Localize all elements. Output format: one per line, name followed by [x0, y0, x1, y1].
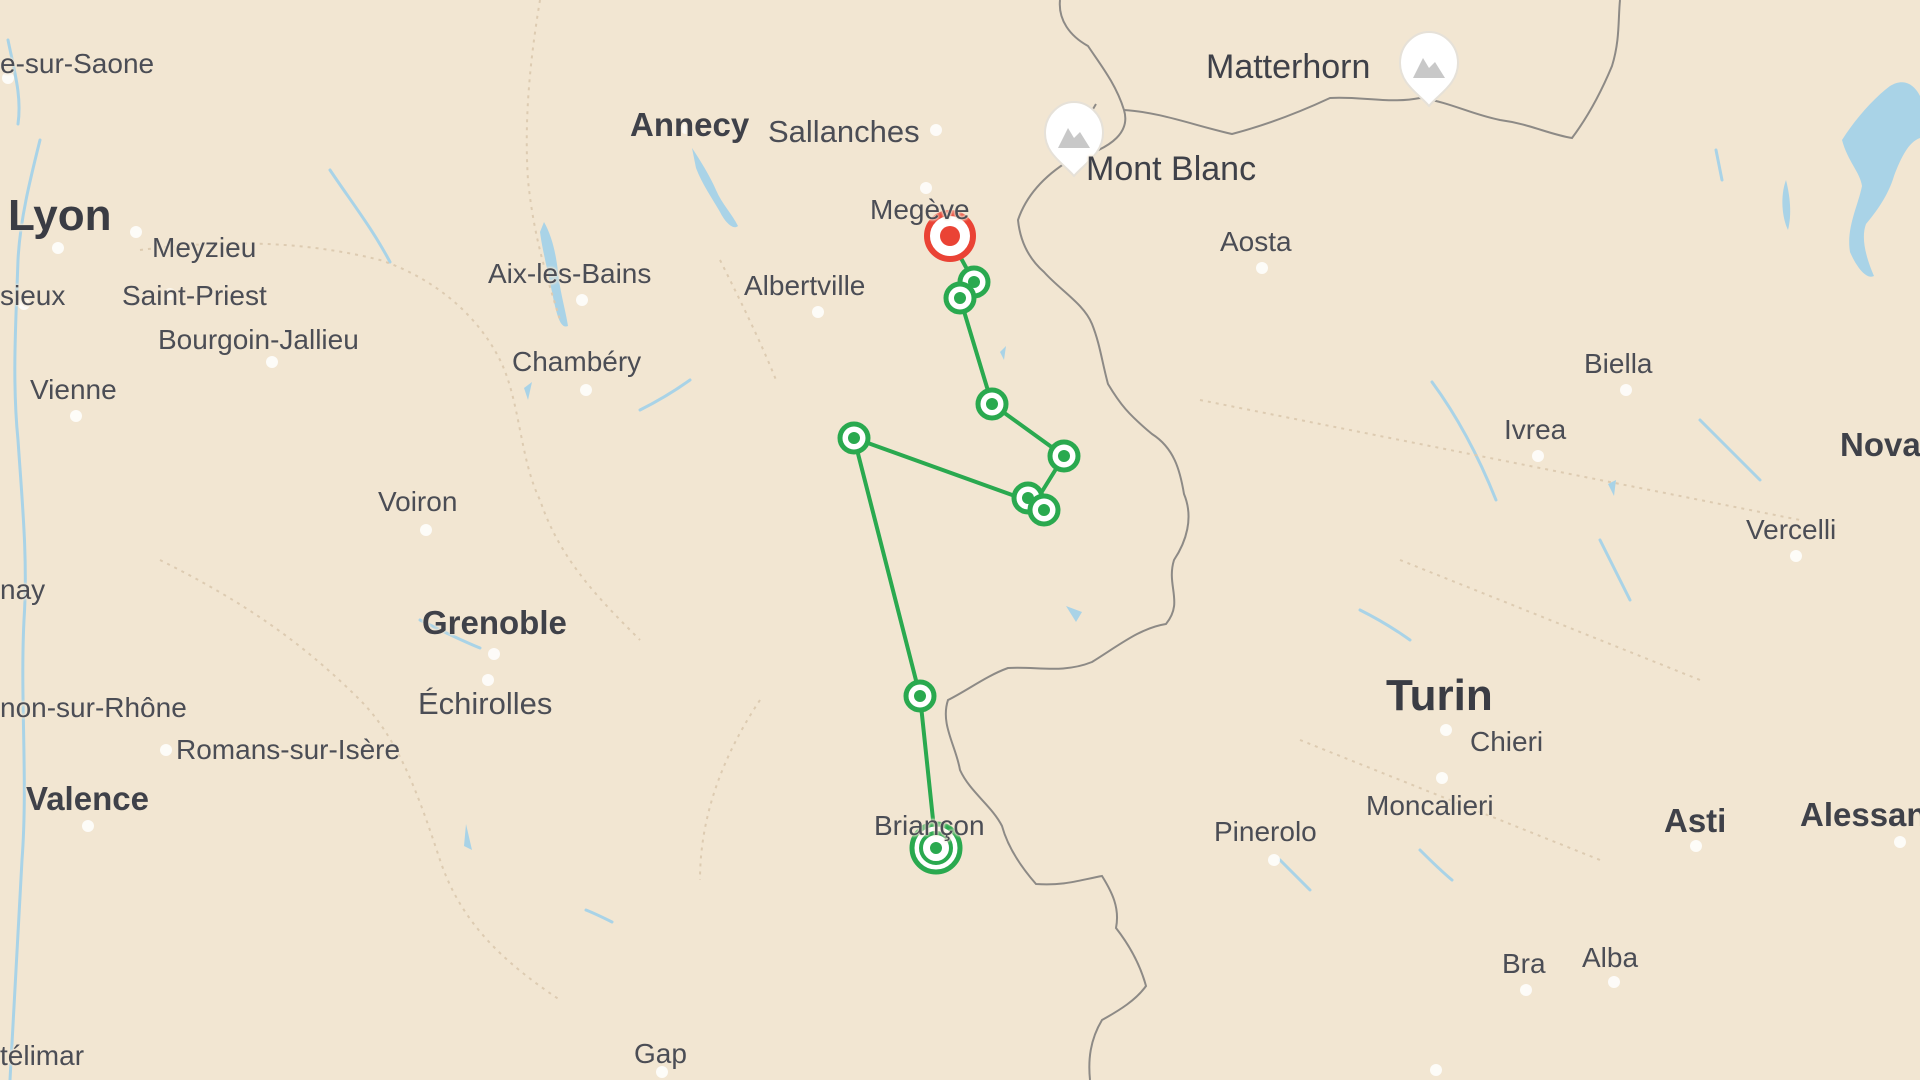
route	[852, 236, 1066, 850]
place-label: sieux	[0, 280, 66, 311]
river-ain	[328, 168, 392, 264]
river-sesia	[1598, 538, 1632, 602]
place-label: e-sur-Saone	[0, 48, 155, 79]
place-label: Annecy	[630, 106, 750, 143]
lake-small-1	[1782, 180, 1791, 230]
place-label: Meyzieu	[152, 232, 257, 263]
map-view[interactable]: Matterhorn Mont Blanc e-sur-Saone Annecy…	[0, 0, 1920, 1080]
place-label: Lyon	[8, 191, 112, 240]
border-switzerland-italy	[1123, 0, 1621, 140]
place-label: Nova	[1840, 426, 1920, 463]
river-isere-2	[584, 908, 614, 924]
place-label: Pinerolo	[1214, 816, 1317, 847]
peak-label-matterhorn: Matterhorn	[1206, 48, 1371, 86]
place-label: Chieri	[1470, 726, 1544, 757]
place-label: Sallanches	[768, 114, 920, 149]
place-label: Alba	[1582, 942, 1639, 973]
lakes	[464, 82, 1920, 850]
lake-small-2	[1066, 606, 1082, 622]
place-label: télimar	[0, 1040, 85, 1071]
mountain-pin-icon[interactable]	[1398, 30, 1460, 108]
lake-small-6	[464, 824, 472, 850]
place-label: Briançon	[874, 810, 985, 841]
lake-small-3	[524, 382, 532, 400]
route-line	[852, 236, 1066, 850]
map-base-layer	[2, 0, 1920, 1080]
place-label: Vercelli	[1746, 514, 1837, 545]
place-label: Grenoble	[422, 604, 567, 641]
route-stop-icon[interactable]	[837, 421, 871, 455]
place-label: Valence	[26, 780, 149, 817]
place-label: Biella	[1584, 348, 1653, 379]
place-label: Voiron	[378, 486, 458, 517]
route-stop-icon[interactable]	[943, 281, 977, 315]
route-stops	[837, 210, 1081, 875]
place-label: Vienne	[30, 374, 117, 405]
place-label: Moncalieri	[1366, 790, 1494, 821]
river-dora	[1698, 418, 1762, 482]
place-label: Albertville	[744, 270, 866, 301]
boundary-6	[1199, 399, 1801, 521]
river-po-2	[1358, 608, 1412, 642]
place-label: Romans-sur-Isère	[176, 734, 401, 765]
place-label: nay	[0, 574, 46, 605]
place-label: Alessan	[1800, 796, 1920, 833]
river-po-1	[1430, 380, 1498, 502]
place-label: non-sur-Rhône	[0, 692, 187, 723]
place-label: Échirolles	[418, 686, 553, 721]
lake-maggiore	[1842, 82, 1920, 277]
boundary-5	[699, 699, 761, 881]
route-stop-icon[interactable]	[975, 387, 1009, 421]
country-border	[944, 0, 1621, 1080]
place-label: Turin	[1386, 671, 1493, 720]
lake-annecy	[692, 148, 738, 228]
route-stop-icon[interactable]	[1027, 493, 1061, 527]
lake-small-5	[1000, 346, 1006, 360]
place-label: Ivrea	[1504, 414, 1567, 445]
place-label: Megève	[870, 194, 970, 225]
route-stop-icon[interactable]	[903, 679, 937, 713]
place-label: Saint-Priest	[122, 280, 267, 311]
place-label: Asti	[1664, 802, 1727, 839]
river-small-3	[1714, 148, 1724, 182]
peak-label-mont-blanc: Mont Blanc	[1086, 150, 1257, 188]
place-label: Aix-les-Bains	[488, 258, 652, 289]
place-label: Bourgoin-Jallieu	[158, 324, 359, 355]
place-label: Bra	[1502, 948, 1546, 979]
place-label: Chambéry	[512, 346, 642, 377]
river-small-1	[1278, 858, 1312, 892]
boundary-7	[1399, 559, 1701, 681]
place-label: Gap	[634, 1038, 687, 1069]
route-stop-icon[interactable]	[1047, 439, 1081, 473]
river-isere-1	[638, 378, 692, 412]
place-label: Aosta	[1220, 226, 1292, 257]
river-small-2	[1418, 848, 1454, 882]
